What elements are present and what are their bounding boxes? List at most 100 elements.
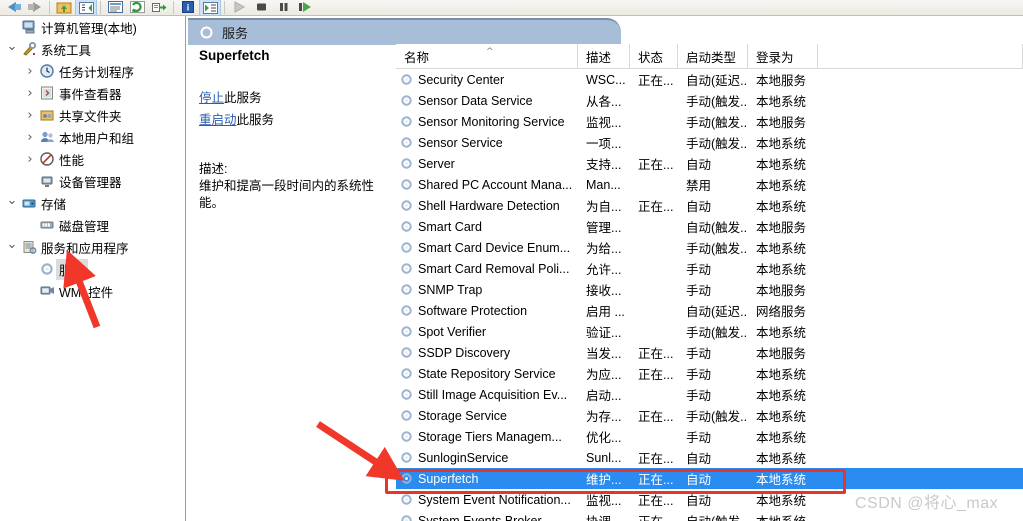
column-header-1[interactable]: 描述 bbox=[578, 44, 630, 69]
service-gear-icon bbox=[400, 220, 413, 233]
svg-text:i: i bbox=[187, 3, 190, 13]
cell-name: Software Protection bbox=[396, 300, 578, 321]
cell-desc: 启动... bbox=[578, 384, 630, 405]
forward-icon[interactable] bbox=[24, 0, 46, 15]
cell-text: 本地系统 bbox=[756, 410, 807, 424]
table-row[interactable]: Storage Tiers Managem... 优化... 手动 本地系统 bbox=[396, 426, 1023, 447]
table-row[interactable]: Smart Card Removal Poli... 允许... 手动 本地系统 bbox=[396, 258, 1023, 279]
toggle-view-icon[interactable] bbox=[199, 0, 221, 15]
table-row[interactable]: Sensor Data Service 从各... 手动(触发... 本地系统 bbox=[396, 90, 1023, 111]
column-header-4[interactable]: 登录为 bbox=[748, 44, 818, 69]
toolbar-separator bbox=[173, 1, 174, 14]
table-row[interactable]: Shared PC Account Mana... Man... 禁用 本地系统 bbox=[396, 174, 1023, 195]
chevron-down-icon[interactable]: ⌄ bbox=[4, 40, 20, 53]
table-row[interactable]: Security Center WSC... 正在... 自动(延迟... 本地服务 bbox=[396, 69, 1023, 90]
cell-text: 手动 bbox=[686, 368, 712, 382]
stop-service-link[interactable]: 停止 bbox=[199, 91, 224, 105]
cell-desc: 当发... bbox=[578, 342, 630, 363]
chevron-down-icon[interactable]: ⌄ bbox=[4, 238, 20, 251]
tree-item-8[interactable]: ⌄ 存储 bbox=[0, 192, 185, 214]
console-tree-pane: 计算机管理(本地) ⌄ 系统工具 › 任务计划程序 › 事件查看器 › 共享文件夹 › 本地用户和组… bbox=[0, 16, 186, 521]
tree-item-9[interactable]: 磁盘管理 bbox=[0, 214, 185, 236]
export-list-icon[interactable] bbox=[148, 0, 170, 15]
properties-icon[interactable] bbox=[104, 0, 126, 15]
column-header-5[interactable] bbox=[818, 44, 1023, 69]
cell-startup: 手动(触发... bbox=[678, 90, 748, 111]
table-row[interactable]: Still Image Acquisition Ev... 启动... 手动 本地系统 bbox=[396, 384, 1023, 405]
table-row[interactable]: Sensor Service 一项... 手动(触发... 本地系统 bbox=[396, 132, 1023, 153]
tree-item-7[interactable]: 设备管理器 bbox=[0, 170, 185, 192]
chevron-down-icon[interactable]: ⌄ bbox=[4, 194, 20, 207]
selected-service-title: Superfetch bbox=[199, 48, 270, 63]
pause-service-icon[interactable] bbox=[272, 0, 294, 15]
cell-text: Spot Verifier bbox=[418, 324, 487, 339]
chevron-right-icon[interactable]: › bbox=[22, 131, 38, 144]
tree-item-6[interactable]: › 性能 bbox=[0, 148, 185, 170]
column-header-0[interactable]: 名称 ^ bbox=[396, 44, 578, 69]
column-header-3[interactable]: 启动类型 bbox=[678, 44, 748, 69]
table-row[interactable]: Sensor Monitoring Service 监视... 手动(触发... 本地… bbox=[396, 111, 1023, 132]
chevron-right-icon[interactable]: › bbox=[22, 109, 38, 122]
description-label: 描述: bbox=[199, 162, 228, 176]
table-row[interactable]: Superfetch 维护... 正在... 自动 本地系统 bbox=[396, 468, 1023, 489]
back-icon[interactable] bbox=[2, 0, 24, 15]
wmi-icon bbox=[38, 284, 56, 298]
table-row[interactable]: Software Protection 启用 ... 自动(延迟... 网络服务 bbox=[396, 300, 1023, 321]
table-row[interactable]: Smart Card 管理... 自动(触发... 本地服务 bbox=[396, 216, 1023, 237]
tree-item-4[interactable]: › 共享文件夹 bbox=[0, 104, 185, 126]
cell-text: 协调... bbox=[586, 511, 621, 521]
cell-text: 启用 ... bbox=[586, 305, 625, 319]
tree-item-0[interactable]: 计算机管理(本地) bbox=[0, 16, 185, 38]
table-row[interactable]: SNMP Trap 接收... 手动 本地服务 bbox=[396, 279, 1023, 300]
tree-item-11[interactable]: 服务 bbox=[0, 258, 185, 280]
restart-service-suffix: 此服务 bbox=[236, 113, 275, 127]
cell-startup: 自动(触发... bbox=[678, 216, 748, 237]
table-row[interactable]: State Repository Service 为应... 正在... 手动 本地系统 bbox=[396, 363, 1023, 384]
service-gear-icon bbox=[400, 430, 413, 443]
table-row[interactable]: SSDP Discovery 当发... 正在... 手动 本地服务 bbox=[396, 342, 1023, 363]
service-gear-icon bbox=[400, 262, 413, 275]
up-folder-icon[interactable] bbox=[53, 0, 75, 15]
service-gear-icon bbox=[400, 178, 413, 191]
cell-logon: 本地服务 bbox=[748, 342, 818, 363]
restart-service-icon[interactable] bbox=[294, 0, 316, 15]
tree-item-3[interactable]: › 事件查看器 bbox=[0, 82, 185, 104]
cell-text: SunloginService bbox=[418, 450, 509, 465]
show-hide-tree-icon[interactable] bbox=[75, 0, 97, 15]
help-icon[interactable]: i bbox=[177, 0, 199, 15]
cell-logon: 本地系统 bbox=[748, 489, 818, 510]
tree-item-label: 计算机管理(本地) bbox=[41, 21, 137, 36]
tree-item-1[interactable]: ⌄ 系统工具 bbox=[0, 38, 185, 60]
servicesapps-icon bbox=[20, 240, 38, 254]
table-row[interactable]: Spot Verifier 验证... 手动(触发... 本地系统 bbox=[396, 321, 1023, 342]
service-gear-icon bbox=[400, 472, 413, 485]
chevron-right-icon[interactable]: › bbox=[22, 153, 38, 166]
tree-item-12[interactable]: WMI 控件 bbox=[0, 280, 185, 302]
table-row[interactable]: Server 支持... 正在... 自动 本地系统 bbox=[396, 153, 1023, 174]
cell-logon: 本地系统 bbox=[748, 363, 818, 384]
service-gear-icon bbox=[400, 136, 413, 149]
stop-service-icon[interactable] bbox=[250, 0, 272, 15]
cell-logon: 本地服务 bbox=[748, 279, 818, 300]
table-row[interactable]: Smart Card Device Enum... 为给... 手动(触发... 本地… bbox=[396, 237, 1023, 258]
cell-text: 允许... bbox=[586, 263, 622, 277]
table-row[interactable]: SunloginService Sunl... 正在... 自动 本地系统 bbox=[396, 447, 1023, 468]
refresh-icon[interactable] bbox=[126, 0, 148, 15]
start-service-icon bbox=[228, 0, 250, 15]
tree-item-2[interactable]: › 任务计划程序 bbox=[0, 60, 185, 82]
cell-text: Sensor Data Service bbox=[418, 93, 533, 108]
chevron-right-icon[interactable]: › bbox=[22, 87, 38, 100]
cell-text: 本地系统 bbox=[756, 242, 807, 256]
tree-item-10[interactable]: ⌄ 服务和应用程序 bbox=[0, 236, 185, 258]
restart-service-link[interactable]: 重启动 bbox=[199, 113, 237, 127]
column-header-2[interactable]: 状态 bbox=[630, 44, 678, 69]
tree-item-5[interactable]: › 本地用户和组 bbox=[0, 126, 185, 148]
chevron-right-icon[interactable]: › bbox=[22, 65, 38, 78]
cell-text: 自动 bbox=[686, 158, 712, 172]
service-gear-icon bbox=[400, 157, 413, 170]
cell-status: 正在... bbox=[630, 195, 678, 216]
stop-service-link-row[interactable]: 停止此服务 bbox=[199, 87, 383, 106]
restart-service-link-row[interactable]: 重启动此服务 bbox=[199, 109, 383, 128]
table-row[interactable]: Storage Service 为存... 正在... 手动(触发... 本地系统 bbox=[396, 405, 1023, 426]
table-row[interactable]: Shell Hardware Detection 为自... 正在... 自动 本地系统 bbox=[396, 195, 1023, 216]
